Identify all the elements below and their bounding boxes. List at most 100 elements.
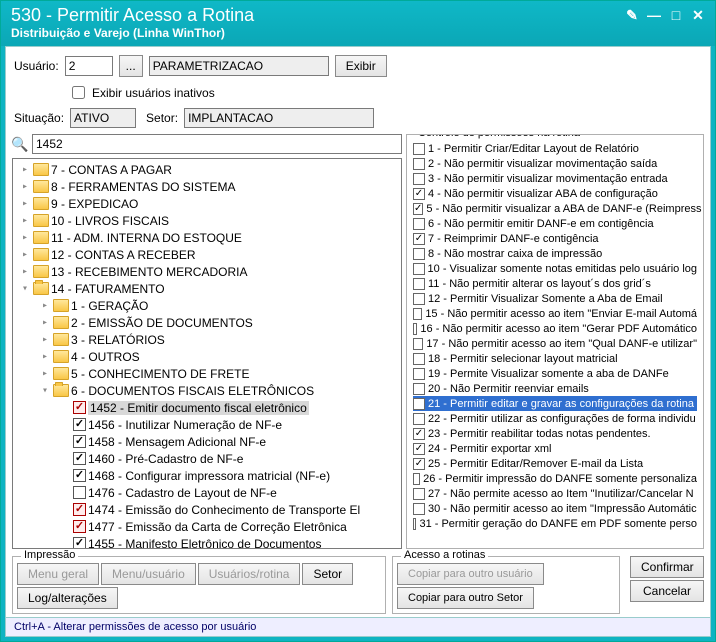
twist-icon[interactable]: ▸ (19, 215, 31, 227)
twist-icon[interactable]: ▸ (39, 317, 51, 329)
tree-node[interactable]: ▾ 14 - FATURAMENTO (15, 280, 399, 297)
routine-checkbox[interactable]: ✓ (73, 435, 86, 448)
permission-item[interactable]: 17 - Não permitir acesso ao item "Qual D… (413, 336, 697, 351)
tree-node[interactable]: ✓ 1460 - Pré-Cadastro de NF-e (15, 450, 399, 467)
twist-icon[interactable]: ▾ (39, 385, 51, 397)
cancelar-button[interactable]: Cancelar (630, 580, 704, 602)
twist-icon[interactable] (59, 487, 71, 499)
twist-icon[interactable]: ▸ (39, 368, 51, 380)
permission-checkbox[interactable] (413, 503, 425, 515)
permission-checkbox[interactable] (413, 308, 422, 320)
twist-icon[interactable]: ▸ (19, 249, 31, 261)
twist-icon[interactable] (59, 419, 71, 431)
permission-checkbox[interactable]: ✓ (413, 458, 425, 470)
permission-item[interactable]: 6 - Não permitir emitir DANF-e em contig… (413, 216, 697, 231)
permission-item[interactable]: 2 - Não permitir visualizar movimentação… (413, 156, 697, 171)
twist-icon[interactable]: ▸ (39, 334, 51, 346)
permission-item[interactable]: 31 - Permitir geração do DANFE em PDF so… (413, 516, 697, 531)
tree-node[interactable]: ▸ 11 - ADM. INTERNA DO ESTOQUE (15, 229, 399, 246)
exibir-button[interactable]: Exibir (335, 55, 387, 77)
tree-node[interactable]: ▸ 8 - FERRAMENTAS DO SISTEMA (15, 178, 399, 195)
twist-icon[interactable]: ▸ (19, 232, 31, 244)
permission-item[interactable]: 10 - Visualizar somente notas emitidas p… (413, 261, 697, 276)
twist-icon[interactable]: ▾ (19, 283, 31, 295)
usuarios-rotina-button[interactable]: Usuários/rotina (198, 563, 301, 585)
permission-checkbox[interactable] (413, 398, 425, 410)
tree-node[interactable]: ▸ 12 - CONTAS A RECEBER (15, 246, 399, 263)
permission-item[interactable]: 1 - Permitir Criar/Editar Layout de Rela… (413, 141, 697, 156)
tree-node[interactable]: ✓ 1455 - Manifesto Eletrônico de Documen… (15, 535, 399, 549)
permission-item[interactable]: 8 - Não mostrar caixa de impressão (413, 246, 697, 261)
tree-node[interactable]: ✓ 1458 - Mensagem Adicional NF-e (15, 433, 399, 450)
setor-button[interactable]: Setor (302, 563, 353, 585)
permission-checkbox[interactable] (413, 488, 425, 500)
permission-checkbox[interactable] (413, 158, 425, 170)
tree-node[interactable]: 1476 - Cadastro de Layout de NF-e (15, 484, 399, 501)
twist-icon[interactable] (59, 521, 71, 533)
routine-tree[interactable]: ▸ 7 - CONTAS A PAGAR▸ 8 - FERRAMENTAS DO… (12, 158, 402, 549)
routine-checkbox[interactable]: ✓ (73, 503, 86, 516)
tree-node[interactable]: ▾ 6 - DOCUMENTOS FISCAIS ELETRÔNICOS (15, 382, 399, 399)
permission-item[interactable]: 3 - Não permitir visualizar movimentação… (413, 171, 697, 186)
permission-item[interactable]: 19 - Permite Visualizar somente a aba de… (413, 366, 697, 381)
permission-checkbox[interactable]: ✓ (413, 443, 425, 455)
tree-node[interactable]: ▸ 4 - OUTROS (15, 348, 399, 365)
permission-item[interactable]: 16 - Não permitir acesso ao item "Gerar … (413, 321, 697, 336)
search-input[interactable] (32, 134, 402, 154)
tree-node[interactable]: ✓ 1468 - Configurar impressora matricial… (15, 467, 399, 484)
permission-checkbox[interactable] (413, 353, 425, 365)
tree-node[interactable]: ▸ 13 - RECEBIMENTO MERCADORIA (15, 263, 399, 280)
twist-icon[interactable] (59, 538, 71, 550)
routine-checkbox[interactable]: ✓ (73, 469, 86, 482)
confirmar-button[interactable]: Confirmar (630, 556, 704, 578)
tree-node[interactable]: ✓ 1477 - Emissão da Carta de Correção El… (15, 518, 399, 535)
twist-icon[interactable] (59, 504, 71, 516)
twist-icon[interactable]: ▸ (19, 181, 31, 193)
twist-icon[interactable] (59, 402, 71, 414)
permission-item[interactable]: 21 - Permitir editar e gravar as configu… (413, 396, 697, 411)
permission-checkbox[interactable] (413, 293, 425, 305)
tree-node[interactable]: ✓ 1456 - Inutilizar Numeração de NF-e (15, 416, 399, 433)
edit-icon[interactable]: ✎ (623, 7, 641, 23)
twist-icon[interactable]: ▸ (19, 198, 31, 210)
permission-item[interactable]: 18 - Permitir selecionar layout matricia… (413, 351, 697, 366)
tree-node[interactable]: ✓ 1474 - Emissão do Conhecimento de Tran… (15, 501, 399, 518)
permission-item[interactable]: 20 - Não Permitir reenviar emails (413, 381, 697, 396)
permission-item[interactable]: ✓4 - Não permitir visualizar ABA de conf… (413, 186, 697, 201)
permission-checkbox[interactable] (413, 218, 425, 230)
twist-icon[interactable]: ▸ (39, 300, 51, 312)
usuario-input[interactable] (65, 56, 113, 76)
permission-checkbox[interactable] (413, 323, 417, 335)
permission-checkbox[interactable]: ✓ (413, 188, 425, 200)
close-icon[interactable]: ✕ (689, 7, 707, 23)
routine-checkbox[interactable] (73, 486, 86, 499)
routine-checkbox[interactable]: ✓ (73, 401, 86, 414)
twist-icon[interactable]: ▸ (19, 266, 31, 278)
inativos-checkbox[interactable] (72, 86, 85, 99)
menu-usuario-button[interactable]: Menu/usuário (101, 563, 196, 585)
permission-checkbox[interactable] (413, 413, 425, 425)
permission-item[interactable]: 12 - Permitir Visualizar Somente a Aba d… (413, 291, 697, 306)
permission-item[interactable]: ✓7 - Reimprimir DANF-e contigência (413, 231, 697, 246)
permission-item[interactable]: ✓24 - Permitir exportar xml (413, 441, 697, 456)
routine-checkbox[interactable]: ✓ (73, 452, 86, 465)
twist-icon[interactable]: ▸ (39, 351, 51, 363)
permission-item[interactable]: 15 - Não permitir acesso ao item "Enviar… (413, 306, 697, 321)
permission-item[interactable]: ✓5 - Não permitir visualizar a ABA de DA… (413, 201, 697, 216)
permission-checkbox[interactable]: ✓ (413, 428, 425, 440)
copiar-setor-button[interactable]: Copiar para outro Setor (397, 587, 534, 609)
permission-item[interactable]: 27 - Não permite acesso ao Item "Inutili… (413, 486, 697, 501)
permission-item[interactable]: ✓25 - Permitir Editar/Remover E-mail da … (413, 456, 697, 471)
permission-checkbox[interactable] (413, 278, 425, 290)
permission-checkbox[interactable] (413, 173, 425, 185)
tree-node[interactable]: ▸ 9 - EXPEDICAO (15, 195, 399, 212)
permission-item[interactable]: 22 - Permitir utilizar as configurações … (413, 411, 697, 426)
twist-icon[interactable] (59, 470, 71, 482)
permission-item[interactable]: ✓23 - Permitir reabilitar todas notas pe… (413, 426, 697, 441)
permission-checkbox[interactable] (413, 383, 425, 395)
permission-checkbox[interactable] (413, 518, 416, 530)
maximize-icon[interactable]: □ (667, 7, 685, 23)
tree-node[interactable]: ▸ 2 - EMISSÃO DE DOCUMENTOS (15, 314, 399, 331)
minimize-icon[interactable]: — (645, 7, 663, 23)
permission-checkbox[interactable] (413, 368, 425, 380)
